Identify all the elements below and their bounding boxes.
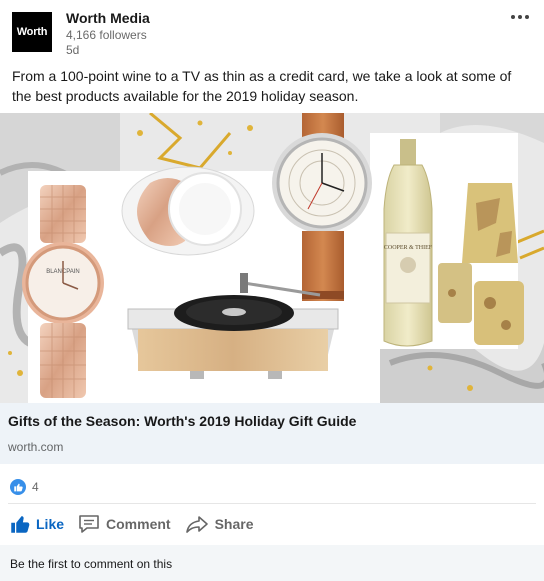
- like-button[interactable]: Like: [10, 512, 64, 536]
- post-text: From a 100-point wine to a TV as thin as…: [12, 68, 512, 104]
- post-image[interactable]: BLANCPAIN: [0, 113, 544, 403]
- thumbs-up-icon: [11, 516, 30, 533]
- comment-icon: [79, 515, 99, 533]
- comment-label: Comment: [106, 516, 171, 532]
- divider: [8, 503, 536, 504]
- like-label: Like: [36, 516, 65, 532]
- comment-button[interactable]: Comment: [78, 512, 171, 536]
- more-options-icon[interactable]: [508, 10, 532, 24]
- company-logo[interactable]: Worth: [12, 12, 52, 52]
- link-preview-card[interactable]: Gifts of the Season: Worth's 2019 Holida…: [0, 403, 544, 464]
- link-title[interactable]: Gifts of the Season: Worth's 2019 Holida…: [8, 413, 356, 429]
- share-label: Share: [214, 516, 254, 532]
- comment-prompt-text: Be the first to comment on this: [10, 557, 173, 571]
- post-time: 5d: [66, 43, 80, 57]
- thumbs-up-icon: [14, 483, 23, 492]
- share-button[interactable]: Share: [185, 512, 254, 536]
- more-dot: [518, 15, 522, 19]
- author-name[interactable]: Worth Media: [66, 10, 150, 26]
- link-domain: worth.com: [8, 440, 64, 454]
- social-actions: Like Comment Share: [10, 512, 268, 536]
- bottle-label-text: COOPER & THIEF: [384, 245, 433, 251]
- company-logo-text: Worth: [16, 26, 48, 38]
- follower-count: 4,166 followers: [66, 28, 147, 42]
- feed-post: Worth Worth Media 4,166 followers 5d Fro…: [0, 0, 544, 581]
- reaction-count: 4: [32, 480, 39, 494]
- reaction-summary[interactable]: 4: [10, 478, 39, 496]
- like-reaction-icon: [10, 479, 26, 495]
- gift-collage-illustration: BLANCPAIN: [0, 113, 544, 403]
- share-arrow-icon: [185, 516, 208, 533]
- comment-prompt-bar[interactable]: Be the first to comment on this: [0, 545, 544, 581]
- more-dot: [525, 15, 529, 19]
- more-dot: [511, 15, 515, 19]
